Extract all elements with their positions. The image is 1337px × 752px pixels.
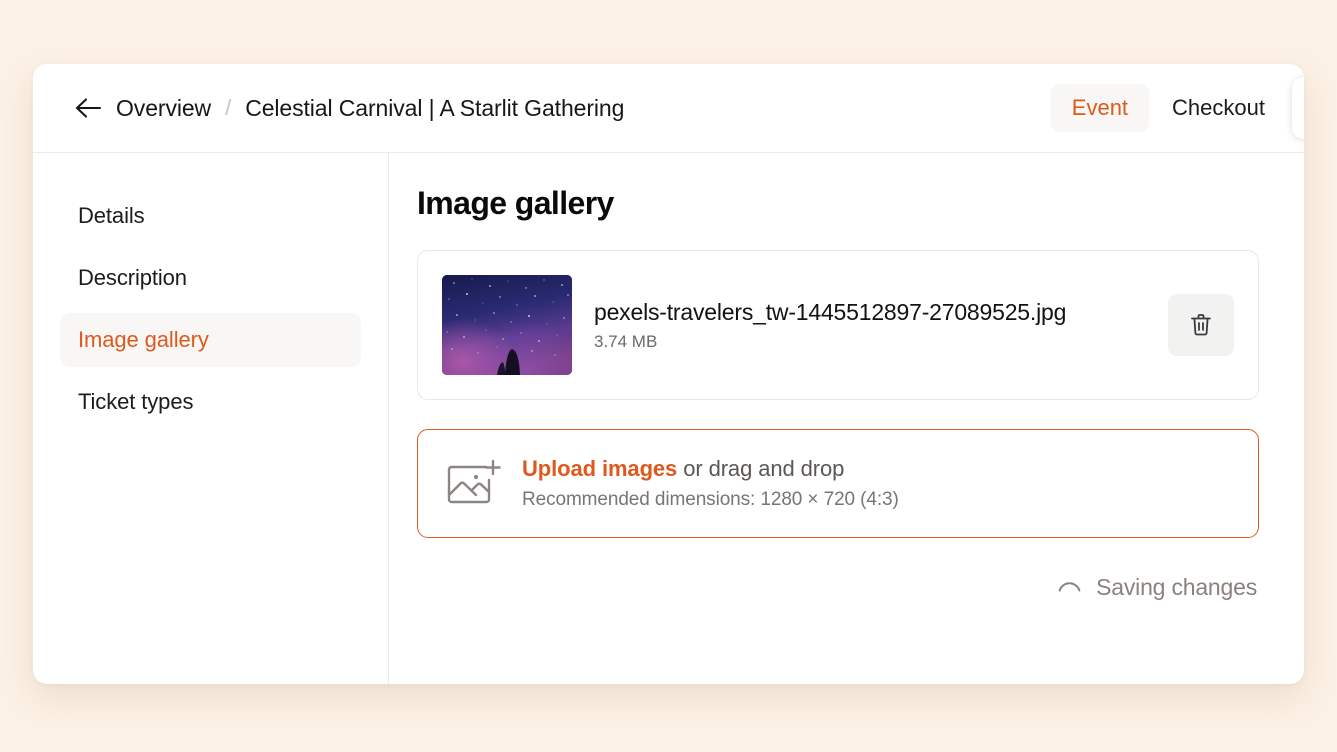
main-content: Image gallery pexels-travelers_tw-144551…	[389, 153, 1304, 684]
spinner-icon	[1056, 574, 1083, 601]
breadcrumb-current-title: Celestial Carnival | A Starlit Gathering	[245, 94, 625, 121]
sidebar-item-image-gallery[interactable]: Image gallery	[60, 313, 361, 367]
delete-file-button[interactable]	[1168, 294, 1234, 356]
sidebar-nav: Details Description Image gallery Ticket…	[33, 153, 389, 684]
sidebar-item-ticket-types[interactable]: Ticket types	[60, 375, 361, 429]
sidebar-item-details[interactable]: Details	[60, 189, 361, 243]
upload-images-link[interactable]: Upload images	[522, 456, 677, 481]
save-status: Saving changes	[417, 574, 1259, 601]
app-window: Overview / Celestial Carnival | A Starli…	[33, 64, 1304, 684]
arrow-left-icon[interactable]	[73, 93, 103, 123]
add-image-icon	[446, 458, 502, 510]
file-info: pexels-travelers_tw-1445512897-27089525.…	[594, 299, 1146, 352]
trash-icon	[1191, 314, 1211, 336]
app-body: Details Description Image gallery Ticket…	[33, 153, 1304, 684]
sidebar-item-description[interactable]: Description	[60, 251, 361, 305]
file-size: 3.74 MB	[594, 331, 658, 351]
page-title: Image gallery	[417, 185, 614, 221]
file-name: pexels-travelers_tw-1445512897-27089525.…	[594, 298, 1067, 325]
dropzone-text: Upload images or drag and drop Recommend…	[522, 456, 899, 511]
uploaded-file-row: pexels-travelers_tw-1445512897-27089525.…	[417, 250, 1259, 400]
upload-dropzone[interactable]: Upload images or drag and drop Recommend…	[417, 429, 1259, 538]
app-header: Overview / Celestial Carnival | A Starli…	[33, 64, 1304, 153]
header-tabs: Event Checkout	[1050, 84, 1304, 132]
edge-scroll-handle[interactable]	[1292, 77, 1304, 139]
dropzone-primary-text: Upload images or drag and drop	[522, 456, 899, 482]
dropzone-hint: Recommended dimensions: 1280 × 720 (4:3)	[522, 489, 899, 510]
tab-checkout[interactable]: Checkout	[1151, 84, 1286, 132]
breadcrumb-overview-link[interactable]: Overview	[116, 95, 211, 122]
dropzone-drag-text: or drag and drop	[677, 456, 845, 481]
save-status-label: Saving changes	[1096, 574, 1257, 600]
file-thumbnail	[442, 275, 572, 375]
tab-event[interactable]: Event	[1050, 84, 1150, 132]
breadcrumb: Overview / Celestial Carnival | A Starli…	[73, 93, 1051, 123]
breadcrumb-separator: /	[225, 95, 232, 120]
